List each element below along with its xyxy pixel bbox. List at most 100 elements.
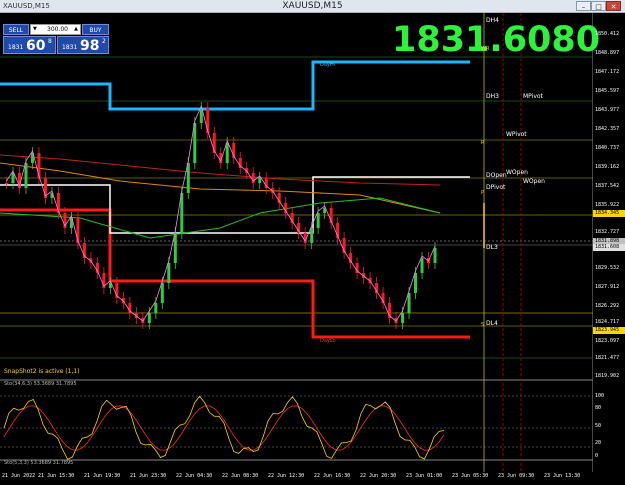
candle-body [37, 153, 41, 178]
price-tick: 1839.162 [595, 164, 620, 170]
level-dl4: DL4 [486, 320, 498, 327]
time-axis[interactable]: 21 Jun 2022 21 Jun 15:30 21 Jun 19:30 21… [0, 472, 593, 485]
price-tag-low: 1823.945 [593, 327, 625, 334]
dayhi-line [0, 60, 470, 111]
close-button[interactable]: ✕ [606, 1, 621, 11]
minimize-button[interactable]: – [576, 1, 591, 11]
daylo-line [0, 208, 470, 339]
price-tick: 1832.727 [595, 229, 620, 235]
current-price-display: 1831.6080 [392, 20, 601, 60]
candle-body [5, 183, 8, 184]
candle-body [206, 108, 210, 133]
candle-body [401, 313, 405, 323]
price-tick: 1823.097 [595, 338, 620, 344]
level-wr: WR [481, 46, 490, 52]
price-tick: 1829.532 [595, 265, 620, 271]
sell-button[interactable]: SELL [3, 24, 29, 35]
time-tick: 23 Jun 01:00 [406, 473, 443, 479]
snapshot-status: SnapShot2 is active (1,1) [4, 368, 80, 375]
level-dh3: DH3 [486, 93, 499, 100]
price-tick: 1848.897 [595, 50, 620, 56]
candle-body [433, 248, 437, 263]
ask-big: 98 [80, 38, 100, 54]
one-click-trading-panel: SELL ▼ 300.00 ▲ BUY 1831 60 8 1831 98 2 [3, 24, 109, 54]
time-tick: 21 Jun 23:30 [130, 473, 167, 479]
lot-decrease-icon[interactable]: ▼ [33, 25, 37, 34]
price-tick: 1850.412 [595, 31, 620, 37]
level-dh4: DH4 [486, 17, 499, 24]
level-mpivot: MPivot [523, 93, 543, 100]
window-titlebar: XAUUSD,M15 XAUUSD,M15 – □ ✕ [0, 0, 625, 13]
candle-body [310, 228, 314, 243]
candle-body [258, 178, 262, 183]
time-tick: 23 Jun 09:30 [498, 473, 535, 479]
price-tick: 1824.717 [595, 319, 620, 325]
candle-body [316, 213, 320, 228]
level-daylo: DayLo [320, 338, 336, 344]
candle-body [167, 263, 171, 283]
time-tick: 22 Jun 12:30 [268, 473, 305, 479]
candle-body [76, 218, 80, 243]
bid-sup: 8 [48, 38, 52, 45]
window-title: XAUUSD,M15 [282, 1, 343, 11]
ask-price-box[interactable]: 1831 98 2 [57, 36, 109, 54]
time-tick: 23 Jun 13:30 [544, 473, 581, 479]
chart-area[interactable] [0, 13, 593, 472]
price-tick: 1826.292 [595, 303, 620, 309]
time-tick: 22 Jun 08:30 [222, 473, 259, 479]
price-chart[interactable] [0, 13, 593, 472]
price-tick: 1821.477 [595, 355, 620, 361]
price-tag-level: 1834.345 [593, 210, 625, 217]
price-tick: 1827.912 [595, 284, 620, 290]
price-tick: 1845.597 [595, 88, 620, 94]
candle-body [420, 258, 424, 273]
lot-increase-icon[interactable]: ▲ [74, 25, 78, 34]
price-tick: 1837.542 [595, 183, 620, 189]
stoch-tick: 0 [595, 453, 599, 459]
candle-body [147, 313, 151, 323]
level-wpivot: WPivot [506, 131, 527, 138]
level-s: S [481, 322, 485, 328]
ask-prefix: 1831 [62, 44, 78, 51]
price-axis[interactable]: 1850.412 1848.897 1847.172 1845.597 1843… [593, 13, 625, 472]
time-tick: 21 Jun 15:30 [38, 473, 75, 479]
stoch-tick: 50 [595, 423, 602, 429]
stochastic2-label: Sto(5,3,3) 53.3689 31.7895 [4, 460, 74, 466]
candle-body [160, 283, 164, 303]
maximize-button[interactable]: □ [591, 1, 606, 11]
lot-size-value: 300.00 [47, 26, 68, 33]
bid-prefix: 1831 [8, 44, 24, 51]
time-tick: 21 Jun 2022 [2, 473, 36, 479]
buy-button[interactable]: BUY [82, 24, 109, 35]
level-dayhi: DayHi [320, 62, 336, 68]
stoch-tick: 20 [595, 440, 602, 446]
price-tick: 1819.902 [595, 373, 620, 379]
stoch-tick: 100 [595, 393, 605, 399]
level-wopen: WOpen [506, 169, 528, 176]
signal-line [6, 104, 436, 322]
time-tick: 23 Jun 05:30 [452, 473, 489, 479]
bid-big: 60 [26, 38, 46, 54]
time-tick: 22 Jun 20:30 [360, 473, 397, 479]
candle-body [154, 303, 158, 313]
ask-sup: 2 [102, 38, 106, 45]
ma-mid [0, 162, 441, 214]
price-tick: 1843.977 [595, 107, 620, 113]
candle-body [225, 143, 229, 163]
stochastic-label: Sto(34,6,3) 53.3689 31.7895 [4, 381, 77, 387]
level-p: P [481, 190, 485, 196]
level-dpivot: DPivot [486, 184, 506, 191]
level-dl3: DL3 [486, 244, 498, 251]
price-tick: 1840.737 [595, 145, 620, 151]
price-tick: 1835.922 [595, 202, 620, 208]
level-wopen-2: WOpen [523, 178, 545, 185]
time-tick: 21 Jun 19:30 [84, 473, 121, 479]
price-tag-bid: 1831.608 [593, 244, 625, 251]
candle-body [24, 163, 28, 188]
time-tick: 22 Jun 16:30 [314, 473, 351, 479]
level-r: R [481, 140, 485, 146]
stoch-tick: 80 [595, 405, 602, 411]
time-tick: 22 Jun 04:30 [176, 473, 213, 479]
bid-price-box[interactable]: 1831 60 8 [3, 36, 56, 54]
lot-size-input[interactable]: ▼ 300.00 ▲ [30, 24, 81, 35]
